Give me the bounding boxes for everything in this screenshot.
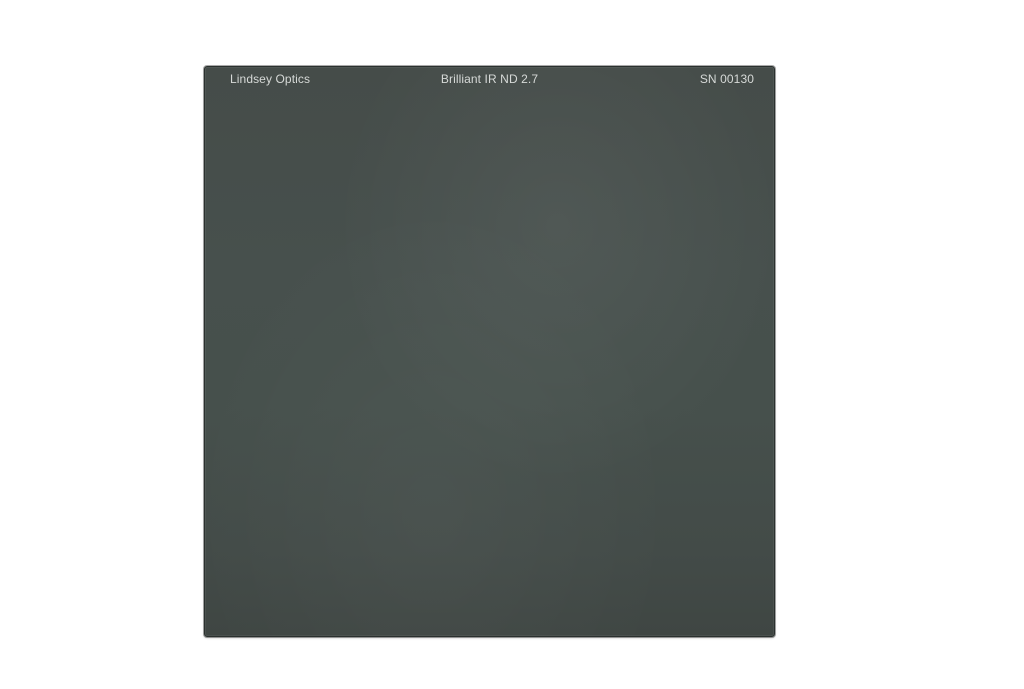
- brand-engraving: Lindsey Optics: [230, 72, 311, 86]
- serial-number-engraving: SN 00130: [699, 72, 754, 86]
- product-photo: Lindsey Optics Brilliant IR ND 2.7 SN 00…: [0, 0, 1024, 689]
- nd-filter-glass: Lindsey Optics Brilliant IR ND 2.7 SN 00…: [204, 66, 775, 637]
- model-engraving: Brilliant IR ND 2.7: [440, 72, 539, 86]
